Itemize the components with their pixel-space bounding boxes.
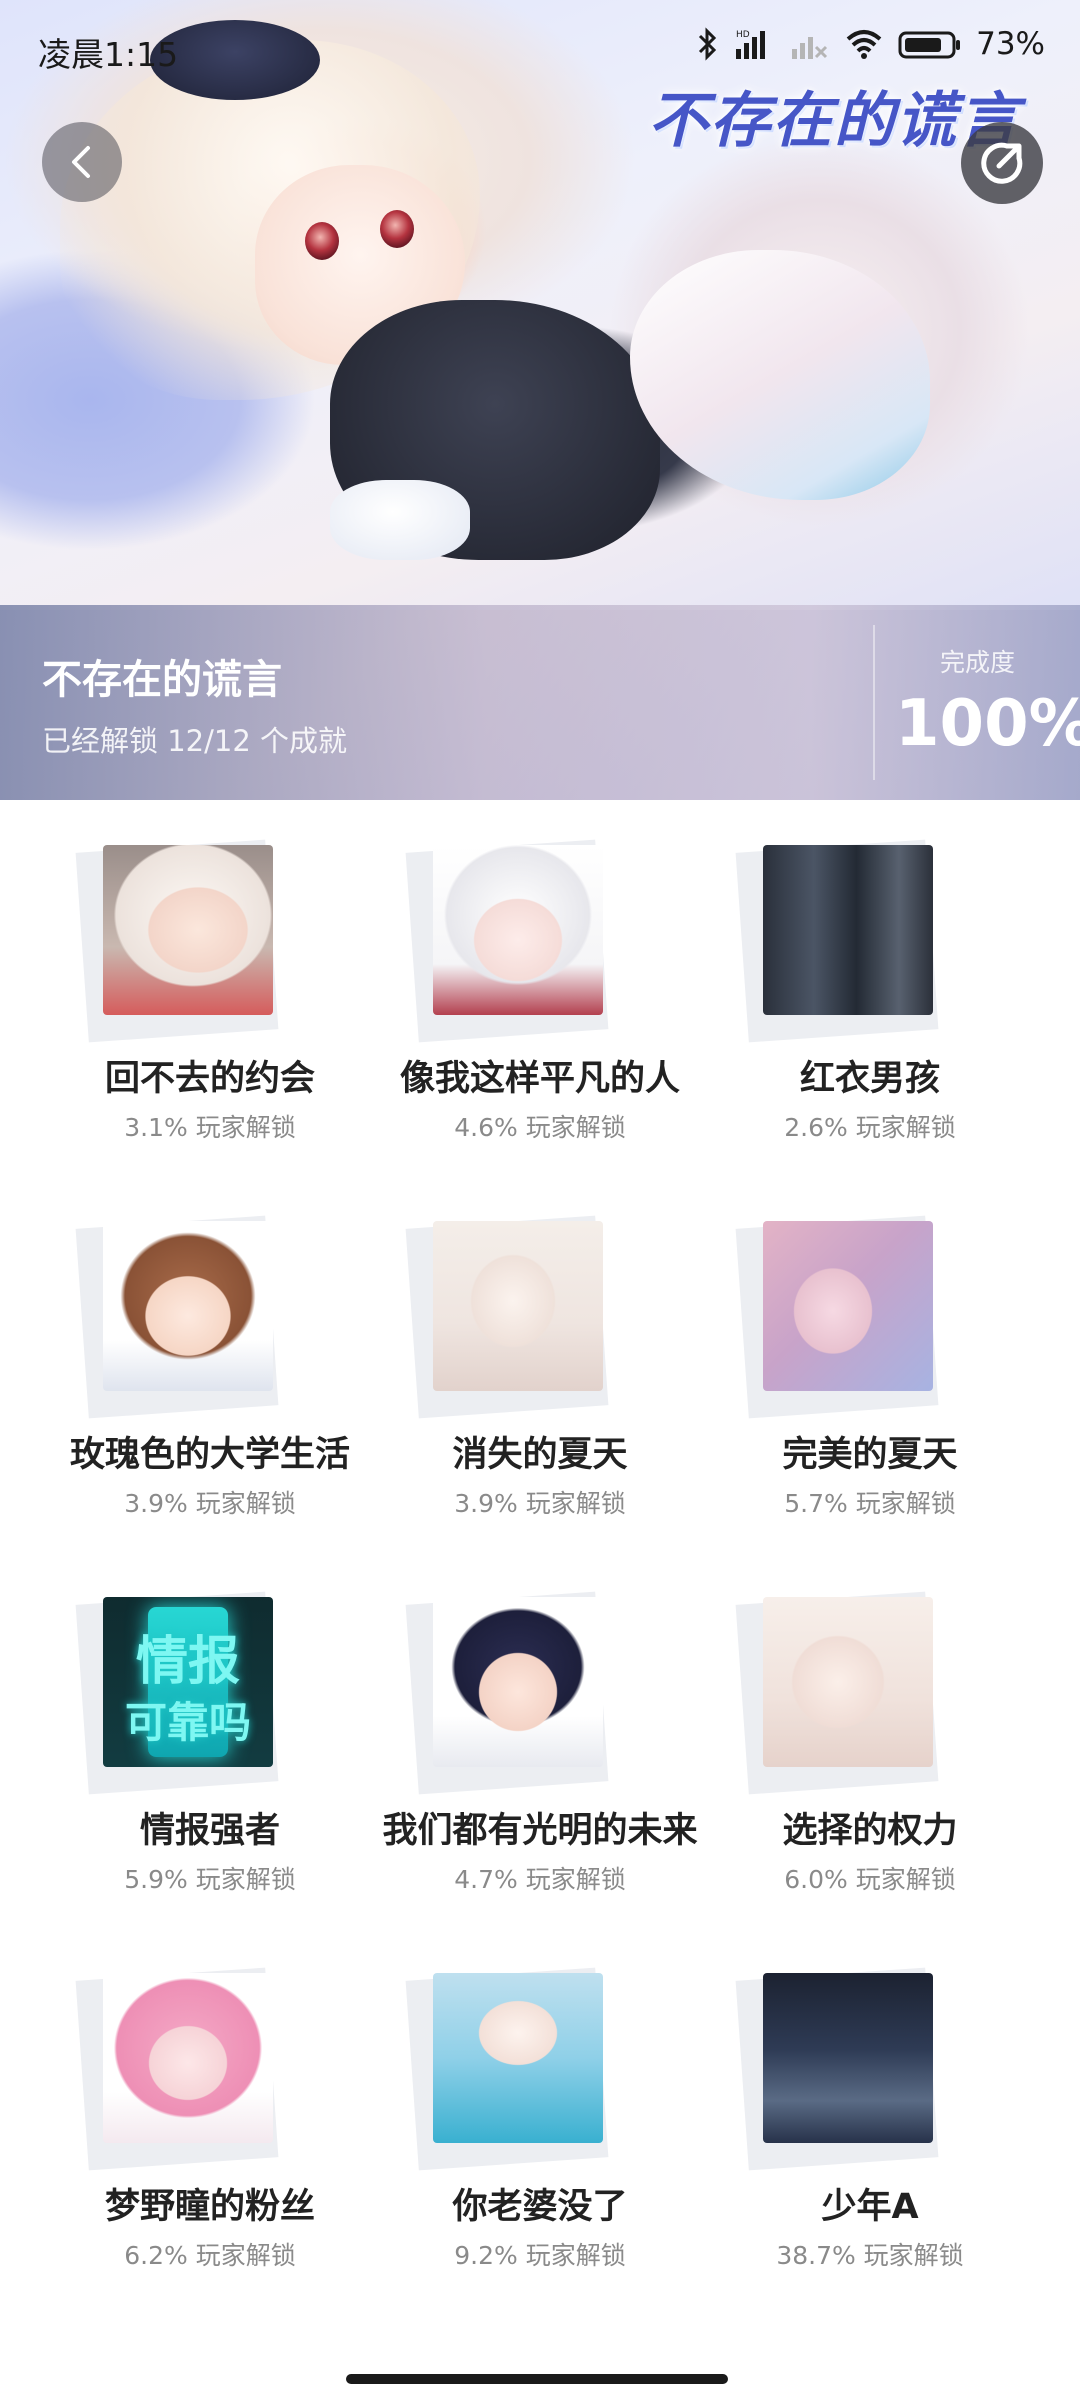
sketch-girl-portrait-icon xyxy=(433,1221,603,1391)
svg-text:HD: HD xyxy=(736,30,750,40)
dark-window-scene-icon xyxy=(763,845,933,1015)
achievement-unlock-rate: 5.9% 玩家解锁 xyxy=(124,1865,296,1894)
signal-hd-icon: HD xyxy=(736,30,766,59)
back-button[interactable] xyxy=(42,122,122,202)
achievement-card[interactable]: 梦野瞳的粉丝 6.2% 玩家解锁 xyxy=(30,1928,390,2304)
achievement-unlock-rate: 4.7% 玩家解锁 xyxy=(454,1865,626,1894)
home-indicator[interactable] xyxy=(346,2374,728,2384)
signal-off-icon xyxy=(792,37,828,59)
achievement-card[interactable]: 消失的夏天 3.9% 玩家解锁 xyxy=(360,1176,720,1552)
achievement-title: 完美的夏天 xyxy=(782,1435,958,1475)
unlock-status: 已经解锁 12/12 个成就 xyxy=(42,724,348,758)
status-icons: HD 73% xyxy=(696,26,1045,62)
glasses-boy-portrait-icon xyxy=(433,1597,603,1767)
achievement-title: 情报强者 xyxy=(139,1811,280,1851)
achievement-unlock-rate: 6.2% 玩家解锁 xyxy=(124,2241,296,2270)
achievement-card[interactable]: 完美的夏天 5.7% 玩家解锁 xyxy=(690,1176,1050,1552)
achievement-title: 像我这样平凡的人 xyxy=(399,1059,680,1099)
achievement-unlock-rate: 3.9% 玩家解锁 xyxy=(454,1489,626,1518)
game-name: 不存在的谎言 xyxy=(42,657,282,703)
achievement-title: 回不去的约会 xyxy=(104,1059,315,1099)
achievement-title: 你老婆没了 xyxy=(452,2187,628,2227)
achievement-title: 选择的权力 xyxy=(782,1811,958,1851)
completion-label: 完成度 xyxy=(940,648,1016,677)
wifi-icon xyxy=(846,30,882,59)
achievement-unlock-rate: 38.7% 玩家解锁 xyxy=(776,2241,964,2270)
achievement-title: 梦野瞳的粉丝 xyxy=(104,2187,315,2227)
brown-hair-girl-camera-portrait-icon xyxy=(103,1221,273,1391)
summary-divider xyxy=(873,625,875,780)
completion-value: 100% xyxy=(895,687,1080,761)
achievement-card[interactable]: 玫瑰色的大学生活 3.9% 玩家解锁 xyxy=(30,1176,390,1552)
info-card-image-icon: 情报 可靠吗 xyxy=(103,1597,273,1767)
achievement-card[interactable]: 少年A 38.7% 玩家解锁 xyxy=(690,1928,1050,2304)
achievement-title: 红衣男孩 xyxy=(799,1059,940,1099)
chevron-left-icon xyxy=(72,146,90,178)
achievement-unlock-rate: 3.1% 玩家解锁 xyxy=(124,1113,296,1142)
share-button[interactable] xyxy=(961,122,1043,204)
pink-hair-girl-portrait-icon xyxy=(103,1973,273,2143)
achievement-card[interactable]: 情报 可靠吗 情报强者 5.9% 玩家解锁 xyxy=(30,1552,390,1928)
girl-reading-portrait-icon xyxy=(103,845,273,1015)
achievement-card[interactable]: 我们都有光明的未来 4.7% 玩家解锁 xyxy=(360,1552,720,1928)
battery-icon xyxy=(898,31,961,59)
achievement-unlock-rate: 5.7% 玩家解锁 xyxy=(784,1489,956,1518)
achievement-unlock-rate: 3.9% 玩家解锁 xyxy=(124,1489,296,1518)
share-icon xyxy=(981,142,1023,184)
achievement-card[interactable]: 回不去的约会 3.1% 玩家解锁 xyxy=(30,800,390,1176)
achievement-card[interactable]: 你老婆没了 9.2% 玩家解锁 xyxy=(360,1928,720,2304)
status-time: 凌晨1:15 xyxy=(38,35,179,74)
pink-tinted-girl-portrait-icon xyxy=(763,1221,933,1391)
achievement-title: 少年A xyxy=(821,2187,919,2227)
achievement-unlock-rate: 9.2% 玩家解锁 xyxy=(454,2241,626,2270)
game-hero-banner: 不存在的谎言 不存在的谎言 已经解锁 12/12 个成就 完成度 100% xyxy=(0,0,1080,800)
achievement-unlock-rate: 4.6% 玩家解锁 xyxy=(454,1113,626,1142)
achievement-title: 消失的夏天 xyxy=(452,1435,628,1475)
achievement-card[interactable]: 像我这样平凡的人 4.6% 玩家解锁 xyxy=(360,800,720,1176)
achievement-unlock-rate: 2.6% 玩家解锁 xyxy=(784,1113,956,1142)
achievement-card[interactable]: 红衣男孩 2.6% 玩家解锁 xyxy=(690,800,1050,1176)
status-bar: 凌晨1:15 HD 73% xyxy=(0,0,1080,96)
white-hair-girl-portrait-icon xyxy=(433,845,603,1015)
bluetooth-icon xyxy=(699,27,717,61)
info-card-text-bottom: 可靠吗 xyxy=(124,1698,251,1747)
dark-room-scene-icon xyxy=(763,1973,933,2143)
achievement-card[interactable]: 选择的权力 6.0% 玩家解锁 xyxy=(690,1552,1050,1928)
info-card-text-top: 情报 xyxy=(135,1632,240,1692)
battery-percentage: 73% xyxy=(976,26,1045,62)
pool-girl-portrait-icon xyxy=(433,1973,603,2143)
sketch-girl-hand-portrait-icon xyxy=(763,1597,933,1767)
achievement-title: 我们都有光明的未来 xyxy=(382,1811,698,1851)
achievement-title: 玫瑰色的大学生活 xyxy=(69,1435,350,1475)
achievement-unlock-rate: 6.0% 玩家解锁 xyxy=(784,1865,956,1894)
